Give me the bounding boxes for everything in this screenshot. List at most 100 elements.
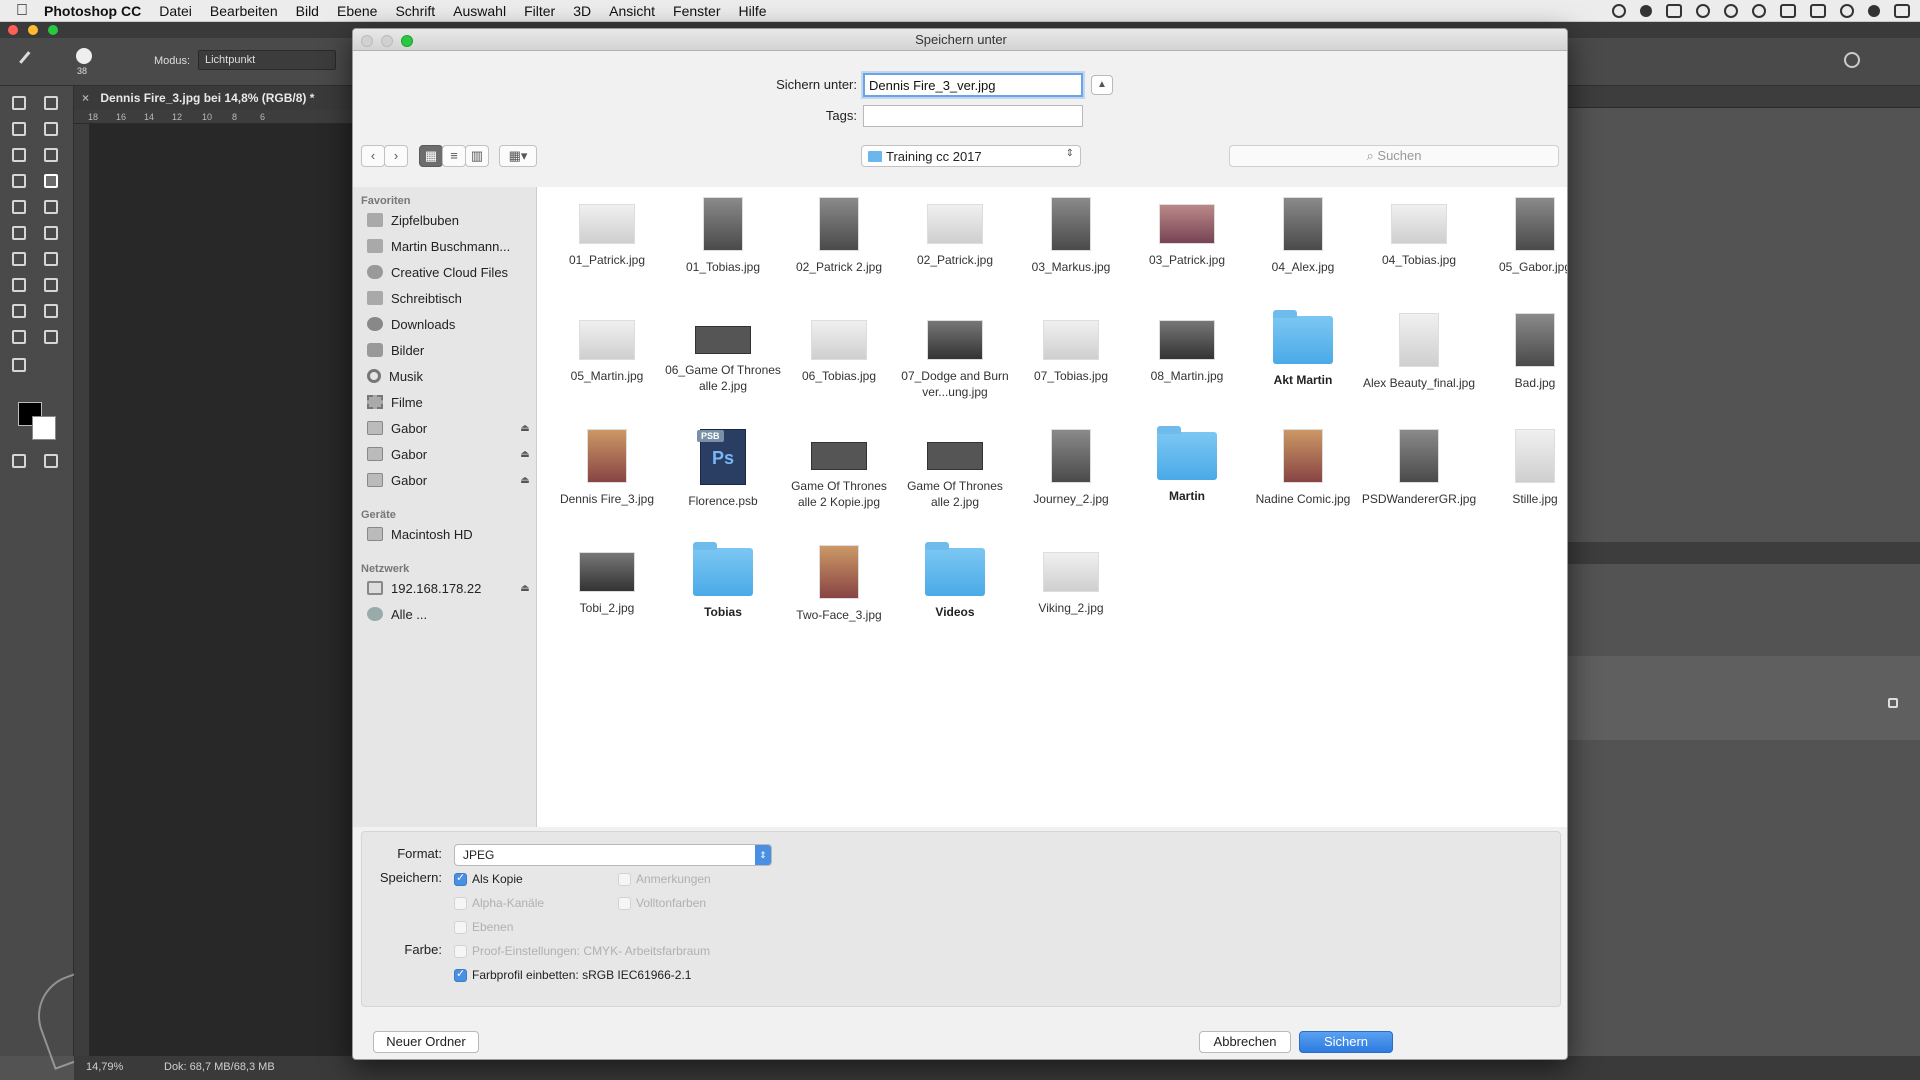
sidebar-item[interactable]: Gabor ⏏: [367, 443, 531, 465]
file-item[interactable]: Dennis Fire_3.jpg: [549, 429, 665, 507]
file-item[interactable]: Viking_2.jpg: [1013, 545, 1129, 616]
brush-tool-icon[interactable]: [19, 51, 39, 71]
folder-item[interactable]: Akt Martin: [1245, 310, 1361, 388]
app-menu[interactable]: Photoshop CC: [44, 3, 141, 19]
hand-tool-icon[interactable]: [10, 328, 28, 346]
menu-fenster[interactable]: Fenster: [673, 3, 720, 19]
file-item[interactable]: PSDWandererGR.jpg: [1361, 429, 1477, 507]
icon-view-button[interactable]: ▦: [419, 145, 443, 167]
quick-selection-tool-icon[interactable]: [42, 120, 60, 138]
new-folder-button[interactable]: Neuer Ordner: [373, 1031, 479, 1053]
menu-bild[interactable]: Bild: [296, 3, 319, 19]
zoom-tool-icon[interactable]: [42, 328, 60, 346]
as-copy-checkbox[interactable]: Als Kopie: [454, 871, 523, 886]
time-machine-icon[interactable]: [1724, 4, 1738, 18]
marquee-tool-icon[interactable]: [42, 94, 60, 112]
file-item[interactable]: 06_Tobias.jpg: [781, 313, 897, 384]
quick-mask-icon[interactable]: [10, 452, 28, 470]
menu-filter[interactable]: Filter: [524, 3, 555, 19]
file-item[interactable]: 02_Patrick.jpg: [897, 197, 1013, 268]
file-item[interactable]: Game Of Thrones alle 2 Kopie.jpg: [781, 429, 897, 510]
airplay-icon[interactable]: [1810, 4, 1826, 18]
file-item[interactable]: 04_Tobias.jpg: [1361, 197, 1477, 268]
move-tool-icon[interactable]: [10, 94, 28, 112]
sidebar-item[interactable]: Alle ...: [367, 603, 531, 625]
pen-tool-icon[interactable]: [10, 276, 28, 294]
tags-input[interactable]: [863, 105, 1083, 127]
sync-icon[interactable]: [1696, 4, 1710, 18]
stamp-tool-icon[interactable]: [10, 198, 28, 216]
format-select[interactable]: JPEG ⇕: [454, 844, 772, 866]
close-window-icon[interactable]: [8, 25, 18, 35]
healing-tool-icon[interactable]: [10, 172, 28, 190]
blur-tool-icon[interactable]: [10, 250, 28, 268]
sidebar-item[interactable]: Bilder: [367, 339, 531, 361]
menu-bearbeiten[interactable]: Bearbeiten: [210, 3, 278, 19]
dialog-zoom-icon[interactable]: [401, 35, 413, 47]
forward-button[interactable]: ›: [384, 145, 408, 167]
document-canvas[interactable]: [90, 124, 354, 1056]
sidebar-item[interactable]: Zipfelbuben: [367, 209, 531, 231]
crop-tool-icon[interactable]: [10, 146, 28, 164]
file-item[interactable]: 06_Game Of Thrones alle 2.jpg: [665, 313, 781, 394]
display-icon[interactable]: [1666, 4, 1682, 18]
menu-datei[interactable]: Datei: [159, 3, 192, 19]
history-brush-tool-icon[interactable]: [42, 198, 60, 216]
folder-item[interactable]: Martin: [1129, 426, 1245, 504]
location-select[interactable]: Training cc 2017 ⇕: [861, 145, 1081, 167]
file-item[interactable]: 07_Dodge and Burn ver...ung.jpg: [897, 313, 1013, 400]
menu-auswahl[interactable]: Auswahl: [453, 3, 506, 19]
record-icon[interactable]: [1612, 4, 1626, 18]
eject-icon[interactable]: ⏏: [519, 583, 531, 594]
embed-profile-checkbox[interactable]: Farbprofil einbetten: sRGB IEC61966-2.1: [454, 967, 691, 982]
zoom-level[interactable]: 14,79%: [86, 1061, 123, 1073]
screen-mode-icon[interactable]: [42, 452, 60, 470]
file-item[interactable]: 08_Martin.jpg: [1129, 313, 1245, 384]
menu-ansicht[interactable]: Ansicht: [609, 3, 655, 19]
lasso-tool-icon[interactable]: [10, 120, 28, 138]
file-item[interactable]: 02_Patrick 2.jpg: [781, 197, 897, 275]
alpha-checkbox[interactable]: Alpha-Kanäle: [454, 896, 544, 910]
file-item[interactable]: Stille.jpg: [1477, 429, 1567, 507]
proof-setup-checkbox[interactable]: Proof-Einstellungen: CMYK- Arbeitsfarbra…: [454, 944, 710, 958]
layer-row[interactable]: [1568, 656, 1920, 740]
minimize-window-icon[interactable]: [28, 25, 38, 35]
annotations-checkbox[interactable]: Anmerkungen: [618, 872, 711, 886]
folder-item[interactable]: Videos: [897, 542, 1013, 620]
file-item[interactable]: Nadine Comic.jpg: [1245, 429, 1361, 507]
type-tool-icon[interactable]: [42, 276, 60, 294]
search-icon[interactable]: [1844, 52, 1860, 68]
file-item[interactable]: 05_Gabor.jpg: [1477, 197, 1567, 275]
sidebar-item[interactable]: Gabor ⏏: [367, 417, 531, 439]
menu-ebene[interactable]: Ebene: [337, 3, 377, 19]
file-item[interactable]: 03_Patrick.jpg: [1129, 197, 1245, 268]
siri-icon[interactable]: [1868, 5, 1880, 17]
file-item[interactable]: Alex Beauty_final.jpg: [1361, 313, 1477, 391]
sidebar-item[interactable]: 192.168.178.22 ⏏: [367, 577, 531, 599]
sidebar-item[interactable]: Schreibtisch: [367, 287, 531, 309]
file-item[interactable]: Game Of Thrones alle 2.jpg: [897, 429, 1013, 510]
sidebar-item[interactable]: Macintosh HD: [367, 523, 531, 545]
zoom-window-icon[interactable]: [48, 25, 58, 35]
sidebar-item[interactable]: Gabor ⏏: [367, 469, 531, 491]
more-tools-icon[interactable]: [10, 356, 28, 374]
column-view-button[interactable]: ▥: [465, 145, 489, 167]
file-item[interactable]: PSB Ps Florence.psb: [665, 429, 781, 509]
file-item[interactable]: Two-Face_3.jpg: [781, 545, 897, 623]
sidebar-item[interactable]: Musik: [367, 365, 531, 387]
search-input[interactable]: ⌕ Suchen: [1229, 145, 1559, 167]
brush-preset-picker[interactable]: [76, 48, 92, 64]
folder-item[interactable]: Tobias: [665, 542, 781, 620]
background-color-swatch[interactable]: [32, 416, 56, 440]
file-item[interactable]: 03_Markus.jpg: [1013, 197, 1129, 275]
path-selection-tool-icon[interactable]: [10, 302, 28, 320]
list-view-button[interactable]: ≡: [442, 145, 466, 167]
sidebar-item[interactable]: Creative Cloud Files: [367, 261, 531, 283]
notification-center-icon[interactable]: [1894, 4, 1910, 18]
sidebar-item[interactable]: Downloads: [367, 313, 531, 335]
arrange-button[interactable]: ▦▾: [499, 145, 537, 167]
close-tab-icon[interactable]: ×: [82, 91, 89, 105]
file-item[interactable]: Tobi_2.jpg: [549, 545, 665, 616]
file-item[interactable]: 05_Martin.jpg: [549, 313, 665, 384]
sidebar-item[interactable]: Filme: [367, 391, 531, 413]
